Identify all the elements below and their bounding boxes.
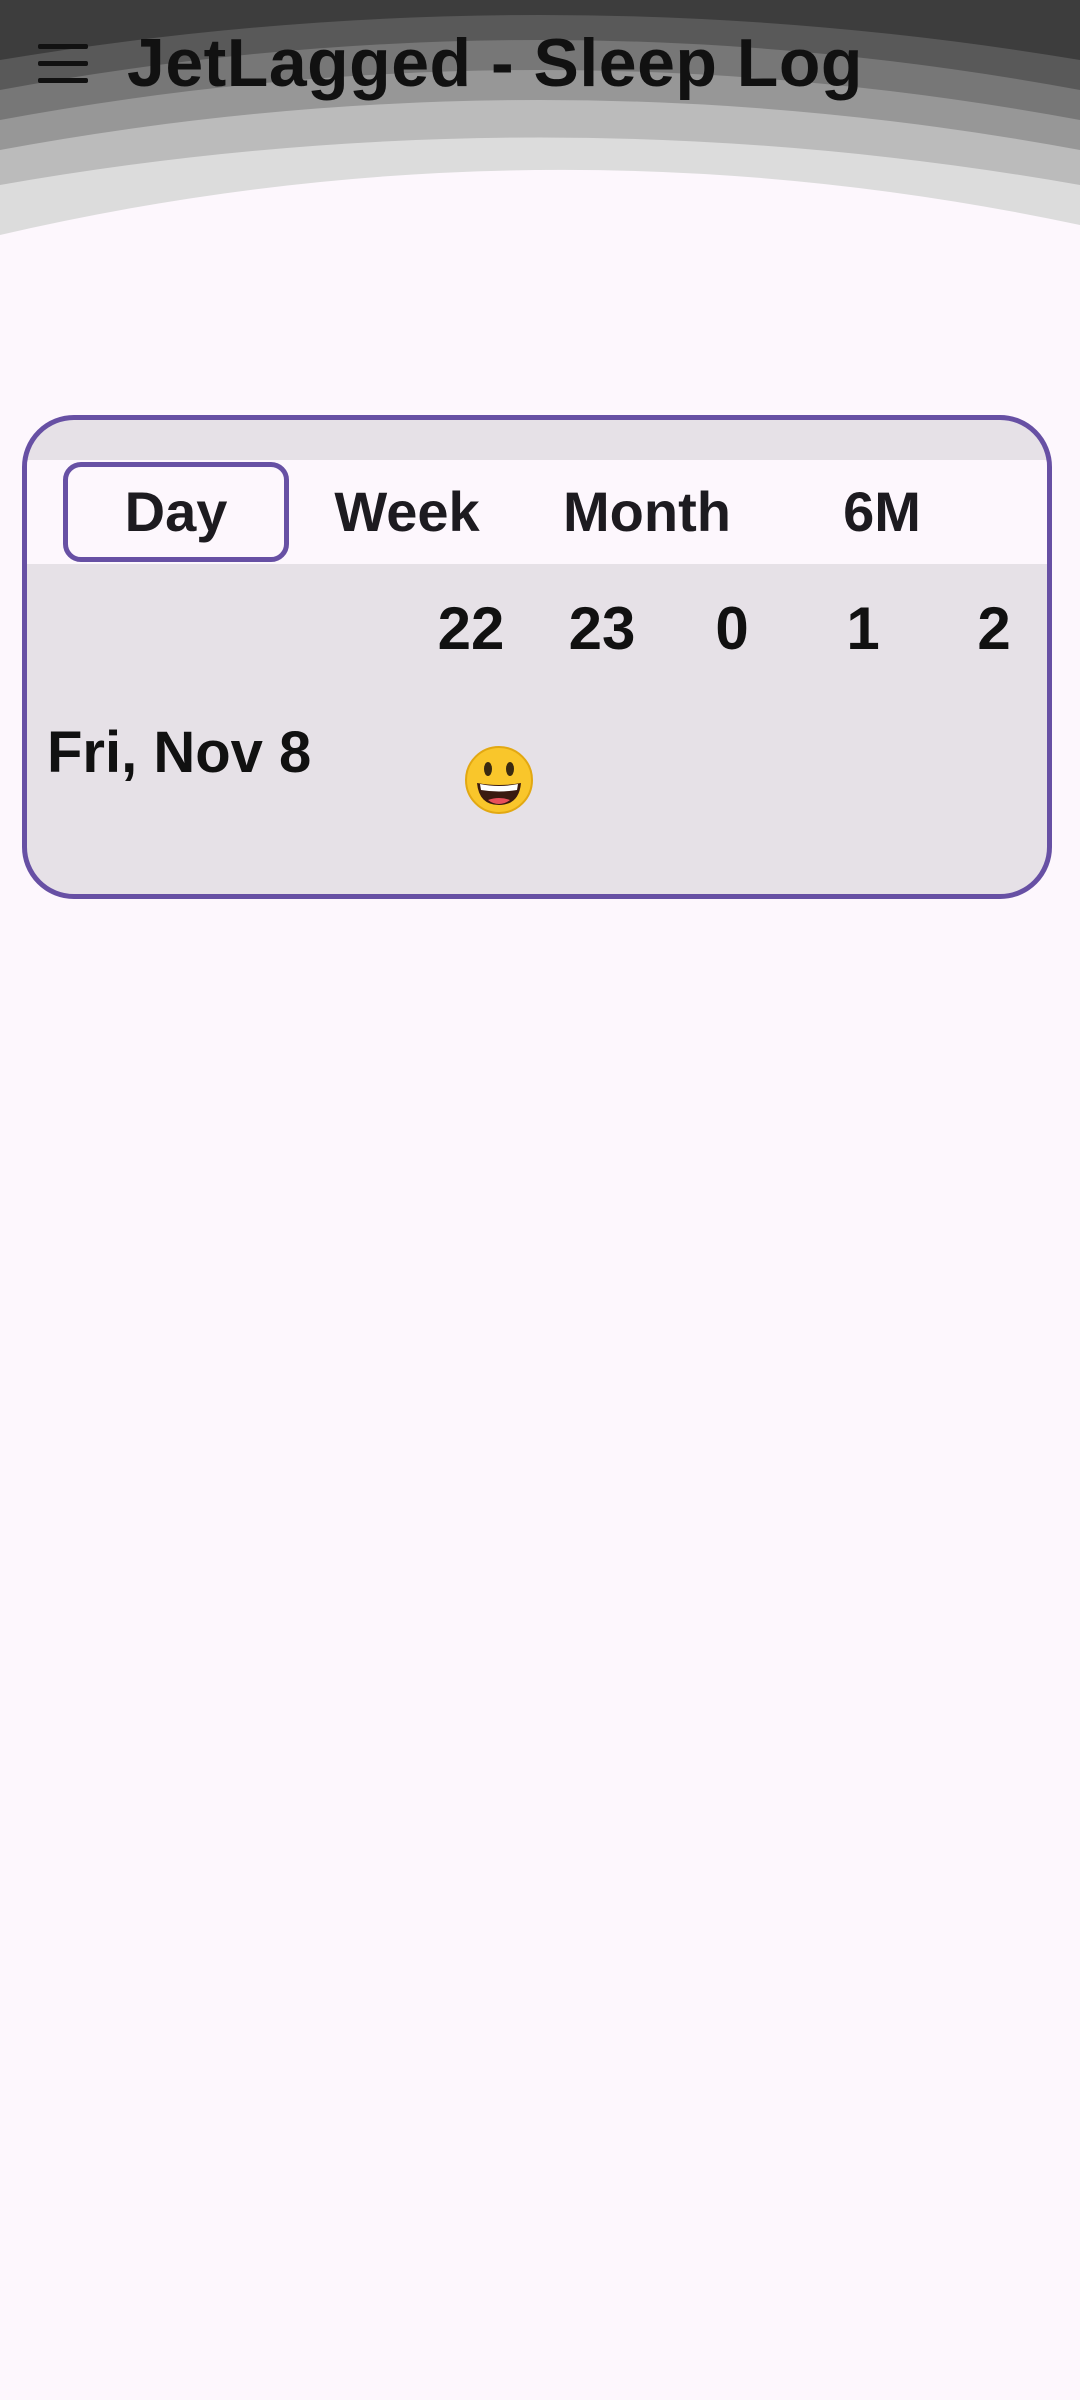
tab-day[interactable]: Day	[63, 462, 289, 562]
hamburger-menu-icon[interactable]	[38, 44, 90, 84]
sleep-log-card: Day Week Month 6M 22 23 0 1 2 Fri, Nov 8	[22, 415, 1052, 899]
period-tab-bar: Day Week Month 6M	[27, 460, 1047, 564]
hour-label: 22	[437, 595, 505, 662]
hour-label: 23	[568, 595, 636, 662]
app-header: JetLagged - Sleep Log	[0, 0, 1080, 250]
tab-month[interactable]: Month	[542, 460, 752, 564]
tab-6m[interactable]: 6M	[802, 460, 962, 564]
hour-label: 1	[846, 595, 880, 662]
hour-label: 2	[977, 595, 1011, 662]
hour-label: 0	[715, 595, 749, 662]
tab-week[interactable]: Week	[317, 460, 497, 564]
grinning-face-icon	[465, 746, 533, 814]
app-title: JetLagged - Sleep Log	[127, 25, 863, 101]
day-date-label: Fri, Nov 8	[47, 720, 312, 785]
